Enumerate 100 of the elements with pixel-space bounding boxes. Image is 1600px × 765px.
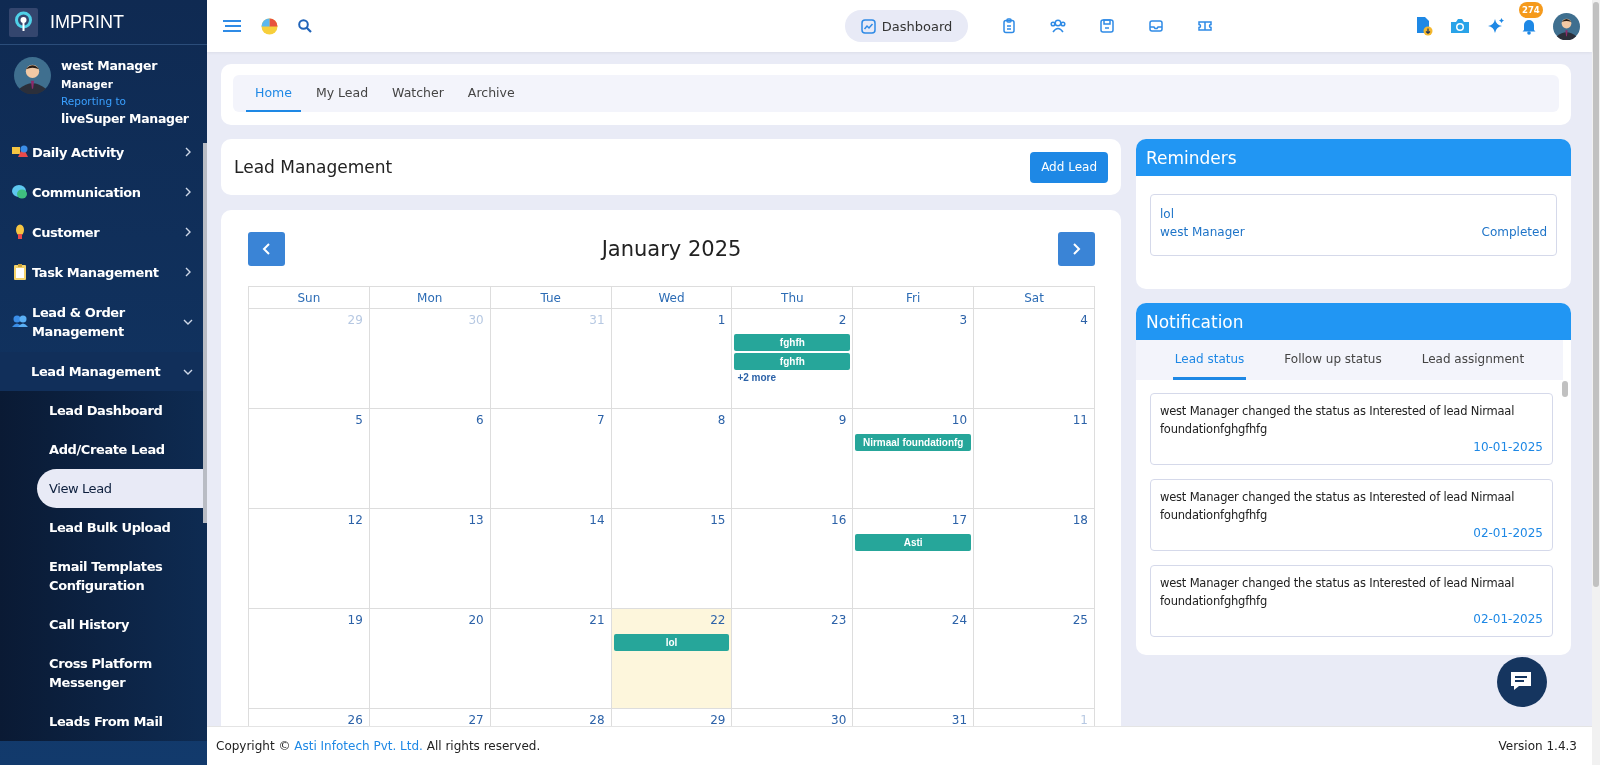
notification-text: west Manager changed the status as Interested of lead Nirmaal foundationfghgfhfg xyxy=(1160,575,1516,610)
tab[interactable]: Follow up status xyxy=(1282,340,1384,380)
floppy-icon[interactable] xyxy=(1099,18,1116,34)
day-cell[interactable]: 6 xyxy=(369,409,491,509)
tab[interactable]: Lead status xyxy=(1172,340,1247,380)
version-label: Version 1.4.3 xyxy=(1498,739,1577,753)
chevron-right-icon[interactable] xyxy=(183,187,193,197)
reports-to-name: liveSuper Manager xyxy=(61,110,189,128)
notification-text: west Manager changed the status as Interested of lead Nirmaal foundationfghgfhfg xyxy=(1160,403,1516,438)
day-number: 26 xyxy=(346,712,364,726)
panel-header: Notification xyxy=(1136,303,1571,340)
day-number: 1 xyxy=(716,312,727,328)
submenu-item[interactable]: Lead Bulk Upload xyxy=(0,508,207,547)
day-number: 8 xyxy=(716,412,727,428)
camera-icon[interactable] xyxy=(1449,17,1471,35)
weekday-header: Fri xyxy=(853,287,975,309)
chevron-right-icon[interactable] xyxy=(183,227,193,237)
next-month-button[interactable] xyxy=(1058,232,1095,266)
day-cell[interactable]: 7 xyxy=(490,409,612,509)
day-cell[interactable]: 2 fghfh fghfh +2 more xyxy=(732,309,854,409)
user-avatar xyxy=(14,57,51,94)
day-number: 18 xyxy=(1071,512,1089,528)
menu-label: Lead & Order Management xyxy=(32,304,126,341)
previous-month-button[interactable] xyxy=(248,232,285,266)
notification-text: west Manager changed the status as Interested of lead Nirmaal foundationfghgfhfg xyxy=(1160,489,1516,524)
submenu-item[interactable]: Add/Create Lead xyxy=(0,430,207,469)
day-cell[interactable]: 18 xyxy=(974,509,1095,609)
people-icon[interactable] xyxy=(1050,18,1067,34)
scrollbar-thumb[interactable] xyxy=(203,143,207,523)
submenu-item[interactable]: Call History xyxy=(0,605,207,644)
day-cell[interactable]: 17 Asti xyxy=(853,509,975,609)
bell-icon[interactable] xyxy=(1521,17,1537,35)
tab[interactable]: Lead assignment xyxy=(1419,340,1527,380)
notification-card[interactable]: west Manager changed the status as Interested of lead Nirmaal foundationfghgfhfg 10-01-2025 xyxy=(1150,393,1553,465)
clipboard-icon[interactable] xyxy=(1001,18,1018,34)
scrollbar-thumb[interactable] xyxy=(1593,2,1599,587)
logo-icon xyxy=(9,7,38,37)
day-cell[interactable]: 21 xyxy=(490,609,612,709)
day-cell[interactable]: 20 xyxy=(369,609,491,709)
notification-card[interactable]: west Manager changed the status as Interested of lead Nirmaal foundationfghgfhfg 02-01-2025 xyxy=(1150,479,1553,551)
chat-button[interactable] xyxy=(1497,657,1547,707)
chevron-right-icon[interactable] xyxy=(183,147,193,157)
weekday-header: Wed xyxy=(611,287,733,309)
day-number: 31 xyxy=(588,312,606,328)
ticket-icon[interactable] xyxy=(1197,18,1214,34)
menu-label: Task Management xyxy=(32,263,160,282)
search-icon[interactable] xyxy=(298,19,312,33)
day-number: 31 xyxy=(950,712,969,726)
day-number: 7 xyxy=(595,412,606,428)
day-number: 6 xyxy=(475,412,485,428)
scrollbar-thumb[interactable] xyxy=(1562,381,1568,397)
copyright-text: Copyright © Asti Infotech Pvt. Ltd. All rights reserved. xyxy=(216,739,541,753)
tab[interactable]: Archive xyxy=(458,75,524,112)
day-number: 4 xyxy=(1079,312,1089,328)
day-cell[interactable]: 1 xyxy=(611,309,733,409)
weekday-header: Tue xyxy=(490,287,612,309)
chevron-down-icon[interactable] xyxy=(183,317,193,327)
submenu-item[interactable]: Lead Dashboard xyxy=(0,391,207,430)
day-number: 16 xyxy=(830,512,848,528)
submenu-item[interactable]: Email Templates Configuration xyxy=(0,547,207,605)
day-number: 20 xyxy=(467,612,485,628)
tab[interactable]: Home xyxy=(246,75,301,112)
more-events-link[interactable]: +2 more xyxy=(734,372,851,383)
company-link[interactable]: Asti Infotech Pvt. Ltd. xyxy=(294,739,423,753)
notification-count-badge: 274 xyxy=(1519,1,1543,18)
day-number: 21 xyxy=(588,612,606,628)
submenu-item[interactable]: Cross Platform Messenger xyxy=(0,644,207,702)
profile-avatar[interactable] xyxy=(1553,12,1580,40)
chevron-right-icon xyxy=(1071,243,1082,255)
notification-card[interactable]: west Manager changed the status as Interested of lead Nirmaal foundationfghgfhfg 02-01-2025 xyxy=(1150,565,1553,637)
day-cell[interactable]: 12 xyxy=(249,509,370,609)
day-cell[interactable]: 16 xyxy=(732,509,854,609)
pie-chart-icon[interactable] xyxy=(261,17,278,35)
add-lead-button[interactable]: Add Lead xyxy=(1030,151,1108,183)
day-cell[interactable]: 4 xyxy=(974,309,1095,409)
day-cell[interactable]: 25 xyxy=(974,609,1095,709)
tab[interactable]: Watcher xyxy=(383,75,453,112)
reminder-card[interactable]: lol west Manager Completed xyxy=(1150,194,1557,256)
day-cell[interactable]: 3 xyxy=(853,309,975,409)
chevron-right-icon[interactable] xyxy=(183,267,193,277)
day-cell[interactable]: 14 xyxy=(490,509,612,609)
dashboard-button[interactable]: Dashboard xyxy=(844,10,969,42)
day-cell[interactable]: 24 xyxy=(853,609,975,709)
day-cell[interactable]: 11 xyxy=(974,409,1095,509)
day-cell[interactable]: 8 xyxy=(611,409,733,509)
day-cell[interactable]: 19 xyxy=(249,609,370,709)
day-cell[interactable]: 5 xyxy=(249,409,370,509)
day-cell[interactable]: 13 xyxy=(369,509,491,609)
menu-label: Communication xyxy=(32,183,142,202)
weekday-header: Mon xyxy=(369,287,491,309)
file-download-icon[interactable] xyxy=(1415,16,1433,36)
notification-date: 02-01-2025 xyxy=(1472,525,1543,542)
reminder-owner: west Manager xyxy=(1160,224,1245,241)
tab[interactable]: My Lead xyxy=(306,75,378,112)
inbox-icon[interactable] xyxy=(1148,18,1165,34)
submenu-item[interactable]: Leads From Mail xyxy=(0,702,207,741)
day-cell[interactable]: 23 xyxy=(732,609,854,709)
day-cell[interactable]: 9 xyxy=(732,409,854,509)
day-cell[interactable]: 22 lol xyxy=(611,609,733,709)
day-cell[interactable]: 10 Nirmaal foundationfg xyxy=(853,409,975,509)
